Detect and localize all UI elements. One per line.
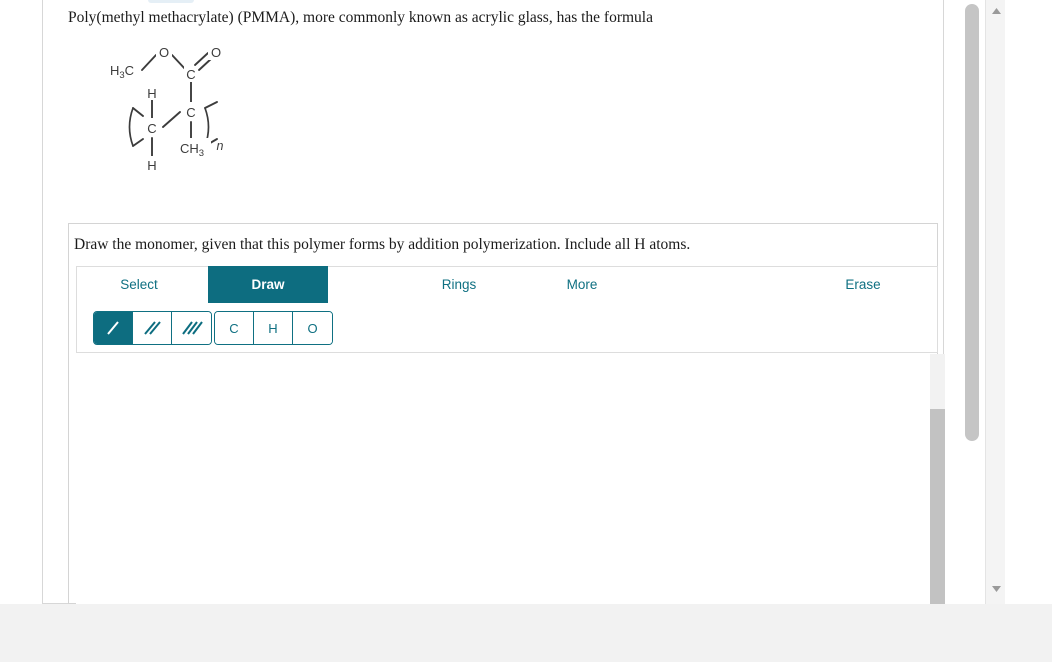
atom-oxygen-button[interactable]: O [293, 312, 332, 344]
pmma-structure-figure: H3C O O C C C H H CH3 n [100, 40, 270, 180]
tab-more[interactable]: More [532, 266, 632, 303]
screen: Poly(methyl methacrylate) (PMMA), more c… [0, 0, 1052, 662]
bond-tool-group [93, 311, 212, 345]
label-repeat-subscript-n: n [217, 139, 224, 153]
tab-rings[interactable]: Rings [406, 266, 512, 303]
canvas-scrollbar[interactable] [930, 354, 945, 604]
pmma-structure-svg: H3C O O C C C H H CH3 n [106, 44, 224, 173]
label-backbone-ch2-carbon: C [147, 121, 156, 136]
drawing-canvas[interactable] [76, 354, 945, 604]
right-margin [1005, 0, 1052, 604]
single-bond-icon [107, 321, 119, 335]
erase-button[interactable]: Erase [818, 266, 908, 303]
label-carbonyl-carbon: C [186, 67, 195, 82]
tab-draw[interactable]: Draw [208, 266, 328, 303]
label-carbonyl-oxygen: O [211, 45, 221, 60]
single-bond-button[interactable] [94, 312, 133, 344]
frame-scrollbar[interactable] [963, 0, 980, 604]
editor-toolbar: Select Draw Rings More Erase [76, 266, 938, 304]
scroll-up-arrow-icon[interactable] [986, 2, 1006, 20]
label-ester-oxygen: O [159, 45, 169, 60]
triple-bond-icon [181, 321, 203, 335]
window-scrollbar[interactable] [985, 0, 1006, 604]
label-h-bottom: H [147, 158, 156, 173]
cut-off-highlight-chip [148, 0, 194, 3]
double-bond-button[interactable] [133, 312, 172, 344]
molecule-editor: Select Draw Rings More Erase C H O [76, 266, 945, 604]
answer-card: Draw the monomer, given that this polyme… [68, 223, 945, 604]
document-page: Poly(methyl methacrylate) (PMMA), more c… [0, 0, 985, 604]
canvas-scrollbar-thumb[interactable] [930, 409, 945, 604]
double-bond-icon [144, 321, 161, 335]
tab-select[interactable]: Select [77, 266, 201, 303]
question-stem: Poly(methyl methacrylate) (PMMA), more c… [68, 9, 653, 26]
atom-hydrogen-button[interactable]: H [254, 312, 293, 344]
draw-tool-row: C H O [76, 303, 938, 353]
frame-scrollbar-thumb[interactable] [965, 4, 979, 441]
atom-tool-group: C H O [214, 311, 333, 345]
scroll-down-arrow-icon[interactable] [986, 580, 1006, 598]
atom-carbon-button[interactable]: C [215, 312, 254, 344]
label-quaternary-carbon: C [186, 105, 195, 120]
answer-instruction: Draw the monomer, given that this polyme… [74, 236, 691, 253]
label-h-top: H [147, 86, 156, 101]
triple-bond-button[interactable] [172, 312, 211, 344]
